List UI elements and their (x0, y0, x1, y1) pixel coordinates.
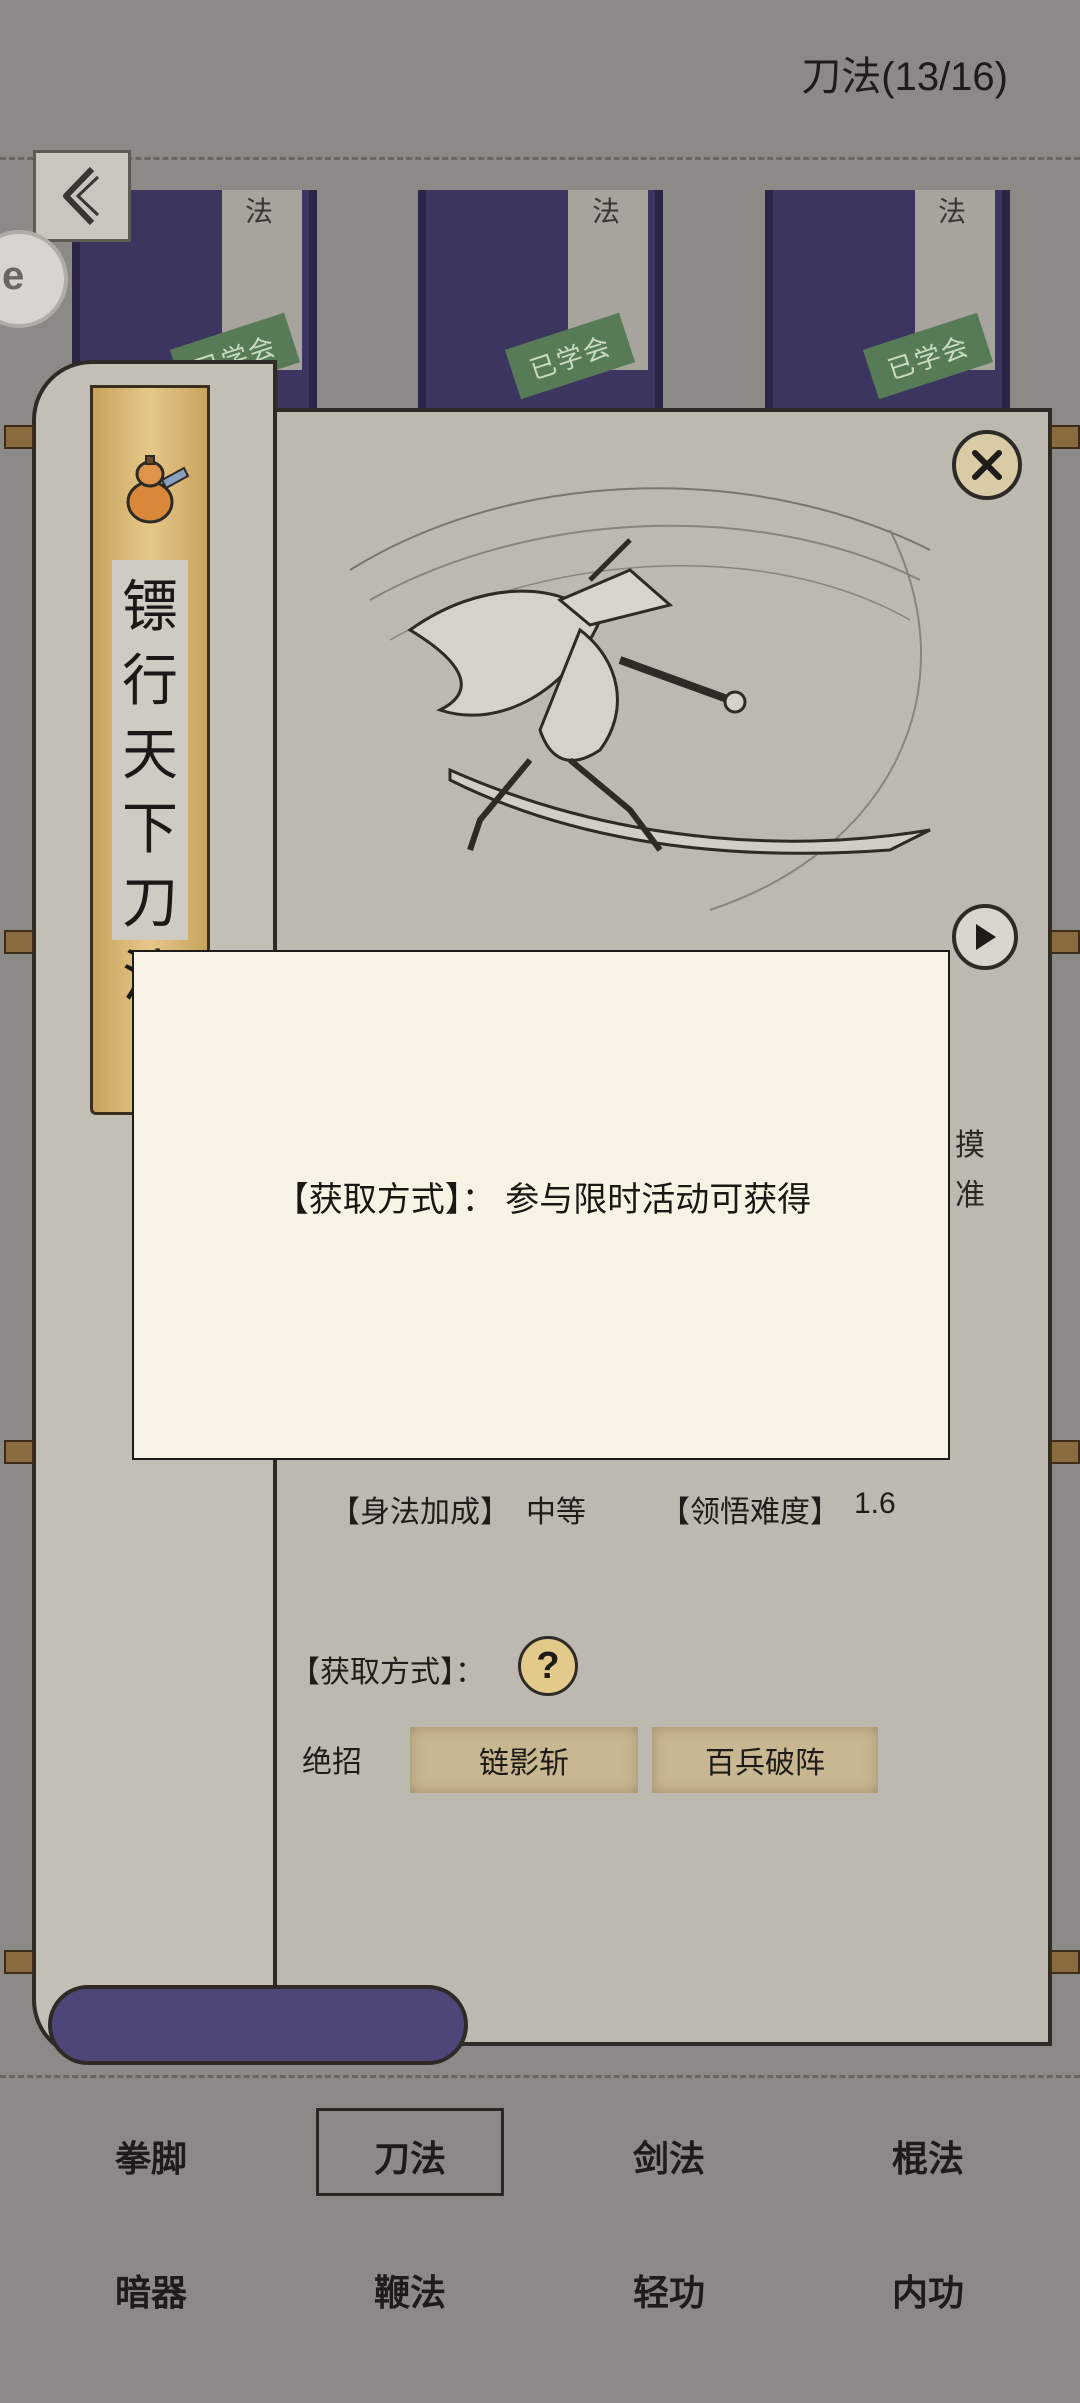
difficulty-value: 1.6 (854, 1487, 896, 1520)
ultimate-skill-1[interactable]: 链影斩 (410, 1727, 638, 1793)
top-divider (0, 157, 1080, 160)
tab-anqi[interactable]: 暗器 (66, 2264, 236, 2316)
scroll-peg (1050, 930, 1080, 954)
scroll-bottom-roll (48, 1985, 468, 2065)
scroll-strip-1-label: 法 (245, 196, 274, 227)
gourd-icon (126, 455, 190, 524)
tab-daofa[interactable]: 刀法 (325, 2130, 495, 2182)
skill-name-char: 下 (122, 797, 178, 860)
skill-name-char: 刀 (122, 871, 178, 934)
agility-bonus-label: 【身法加成】 (330, 1496, 510, 1529)
difficulty-label: 【领悟难度】 (660, 1496, 840, 1529)
obscured-text-1: 摸 (955, 1129, 985, 1162)
tab-gunfa[interactable]: 棍法 (843, 2130, 1013, 2182)
play-animation-button[interactable] (952, 904, 1018, 970)
close-button[interactable] (952, 430, 1022, 500)
side-badge[interactable]: e (0, 230, 68, 328)
tab-bianfa[interactable]: 鞭法 (325, 2264, 495, 2316)
skill-name-char: 行 (122, 649, 178, 712)
tab-jianfa[interactable]: 剑法 (584, 2130, 754, 2182)
scroll-peg (4, 1950, 34, 1974)
ultimate-skill-2[interactable]: 百兵破阵 (652, 1727, 878, 1793)
swordsman-illustration (349, 487, 931, 911)
close-sword-icon (972, 450, 1002, 480)
tab-neigong[interactable]: 内功 (843, 2264, 1013, 2316)
scroll-peg (4, 425, 34, 449)
scroll-peg (4, 1440, 34, 1464)
skill-name-char: 天 (122, 723, 178, 786)
tab-quanjiao[interactable]: 拳脚 (66, 2130, 236, 2182)
back-button[interactable] (33, 150, 131, 242)
scroll-strip-3-label: 法 (938, 196, 967, 227)
agility-bonus-value: 中等 (526, 1496, 586, 1529)
source-popup[interactable]: 【获取方式】： 参与限时活动可获得 (132, 950, 950, 1460)
scroll-peg (1050, 1950, 1080, 1974)
bottom-divider (0, 2075, 1080, 2078)
ultimate-label: 绝招 (302, 1746, 362, 1779)
skill-name: 镖 行 天 下 刀 法 (112, 570, 188, 1014)
scroll-peg (1050, 425, 1080, 449)
scroll-peg (4, 930, 34, 954)
source-label: 【获取方式】： (290, 1656, 485, 1689)
play-icon (976, 924, 996, 950)
help-icon: ? (536, 1644, 560, 1687)
scroll-strip-2-label: 法 (592, 196, 621, 227)
popup-source-text: 【获取方式】： 参与限时活动可获得 (274, 1181, 812, 1219)
tab-qinggong[interactable]: 轻功 (584, 2264, 754, 2316)
scroll-peg (1050, 1440, 1080, 1464)
obscured-text-2: 准 (955, 1179, 985, 1212)
help-button[interactable]: ? (518, 1636, 578, 1696)
side-badge-text: e (2, 254, 25, 298)
back-chevron-icon (63, 166, 100, 226)
page-title: 刀法(13/16) (801, 55, 1008, 99)
skill-name-char: 镖 (122, 575, 178, 638)
